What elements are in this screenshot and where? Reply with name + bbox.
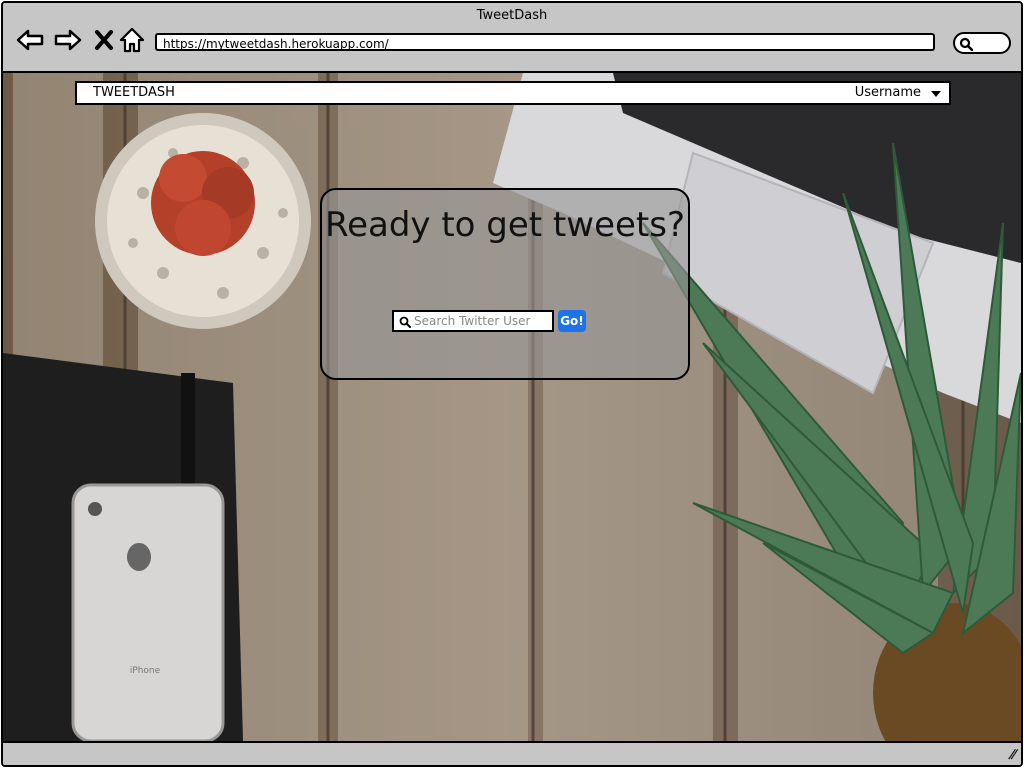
close-icon[interactable] <box>89 25 119 55</box>
search-icon <box>959 37 973 51</box>
user-menu-label[interactable]: Username <box>855 83 921 103</box>
browser-search-button[interactable] <box>953 32 1011 54</box>
address-bar[interactable]: https://mytweetdash.herokuapp.com/ <box>155 33 935 51</box>
browser-titlebar: TweetDash https://mytweetdash.herokuapp.… <box>3 3 1021 71</box>
chevron-down-icon[interactable] <box>931 91 941 97</box>
browser-window: TweetDash https://mytweetdash.herokuapp.… <box>1 1 1023 767</box>
hero-panel: Ready to get tweets? Go! <box>320 188 690 380</box>
window-title: TweetDash <box>476 8 548 23</box>
brand-logo[interactable]: TWEETDASH <box>93 83 175 103</box>
back-icon[interactable] <box>15 25 45 55</box>
go-button[interactable]: Go! <box>558 310 586 332</box>
hero-heading: Ready to get tweets? <box>324 205 685 245</box>
page-viewport: iPhone TWEETDASH Username Ready to get t… <box>3 73 1021 741</box>
resize-grip-icon[interactable]: // <box>1008 747 1018 761</box>
cactus-pot-photo <box>95 113 311 329</box>
search-input[interactable] <box>414 312 550 330</box>
iphone-photo: iPhone <box>71 483 225 741</box>
iphone-label: iPhone <box>130 666 161 676</box>
app-navbar: TWEETDASH Username <box>75 81 951 105</box>
home-icon[interactable] <box>117 25 147 55</box>
search-icon <box>399 316 411 328</box>
status-bar: // <box>3 741 1021 765</box>
forward-icon[interactable] <box>53 25 83 55</box>
background-photo: iPhone <box>3 73 1021 741</box>
twitter-user-search[interactable] <box>392 310 554 332</box>
